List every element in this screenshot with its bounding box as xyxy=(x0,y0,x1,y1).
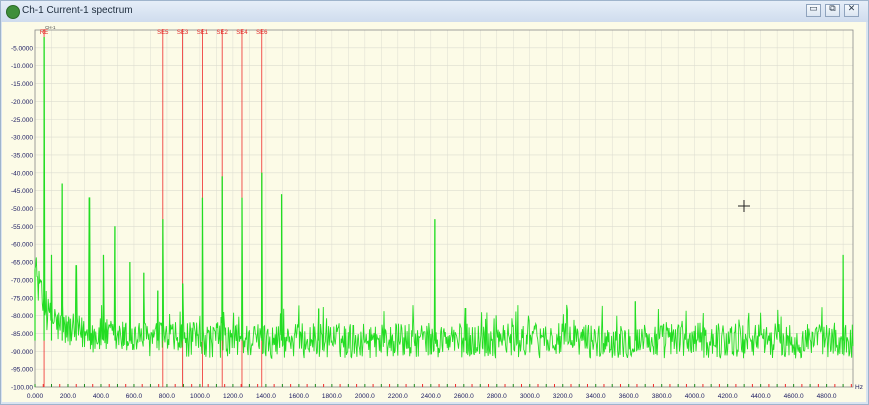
title-bar[interactable]: Ch-1 Current-1 spectrum ▭ ⧉ ✕ xyxy=(1,1,868,22)
y-tick-label: -45.000 xyxy=(11,188,33,195)
y-tick-label: -35.000 xyxy=(11,152,33,159)
marker-label: RE xyxy=(40,30,48,36)
y-tick-label: -70.000 xyxy=(11,277,33,284)
close-icon: ✕ xyxy=(847,3,856,13)
y-tick-label: -100.00 xyxy=(11,385,33,392)
y-tick-label: -10.000 xyxy=(11,63,33,70)
x-tick-label: 4800.0 xyxy=(817,393,837,400)
x-tick-label: 2800.0 xyxy=(487,393,507,400)
x-tick-label: 2600.0 xyxy=(454,393,474,400)
x-tick-label: 1200.0 xyxy=(223,393,243,400)
y-tick-label: -30.000 xyxy=(11,135,33,142)
x-tick-label: 3600.0 xyxy=(619,393,639,400)
y-tick-label: -40.000 xyxy=(11,170,33,177)
x-tick-label: 1400.0 xyxy=(256,393,276,400)
app-icon xyxy=(6,5,20,19)
fundamental-label: CH-1 xyxy=(45,25,56,30)
x-tick-label: 3200.0 xyxy=(553,393,573,400)
marker-label: SE2 xyxy=(217,30,229,36)
marker-label: SE6 xyxy=(256,30,268,36)
x-unit-label: Hz xyxy=(855,384,863,391)
y-tick-label: -50.000 xyxy=(11,206,33,213)
close-button[interactable]: ✕ xyxy=(844,3,859,17)
y-tick-label: -5.0000 xyxy=(11,45,33,52)
marker-label: SE3 xyxy=(177,30,189,36)
y-tick-label: -85.000 xyxy=(11,331,33,338)
restore-icon: ⧉ xyxy=(829,3,836,13)
y-tick-label: -95.000 xyxy=(11,367,33,374)
marker-label: SE4 xyxy=(236,30,248,36)
spectrum-chart[interactable]: -5.0000 -10.000 -15.000 -20.000 -25.000 -30.0… xyxy=(2,22,866,402)
marker-label: SE5 xyxy=(157,30,169,36)
x-tick-label: 4200.0 xyxy=(718,393,738,400)
minimize-button[interactable]: ▭ xyxy=(806,3,821,17)
x-tick-label: 1800.0 xyxy=(322,393,342,400)
x-tick-label: 200.0 xyxy=(60,393,77,400)
y-tick-label: -60.000 xyxy=(11,242,33,249)
minimize-icon: ▭ xyxy=(809,3,818,13)
x-tick-label: 4000.0 xyxy=(685,393,705,400)
spectrum-window: Ch-1 Current-1 spectrum ▭ ⧉ ✕ -5.0000 -10… xyxy=(0,0,869,405)
x-tick-label: 1600.0 xyxy=(289,393,309,400)
x-tick-label: 3400.0 xyxy=(586,393,606,400)
y-tick-label: -55.000 xyxy=(11,224,33,231)
window-title: Ch-1 Current-1 spectrum xyxy=(22,5,133,16)
y-tick-label: -65.000 xyxy=(11,260,33,267)
x-tick-label: 4400.0 xyxy=(751,393,771,400)
x-tick-label: 2400.0 xyxy=(421,393,441,400)
x-tick-label: 400.0 xyxy=(93,393,110,400)
x-tick-label: 4600.0 xyxy=(784,393,804,400)
y-tick-label: -75.000 xyxy=(11,295,33,302)
y-tick-label: -15.000 xyxy=(11,81,33,88)
x-tick-label: 3800.0 xyxy=(652,393,672,400)
y-tick-label: -90.000 xyxy=(11,349,33,356)
x-tick-label: 800.0 xyxy=(159,393,176,400)
x-tick-label: 600.0 xyxy=(126,393,143,400)
x-tick-label: 1000.0 xyxy=(190,393,210,400)
y-tick-label: -80.000 xyxy=(11,313,33,320)
marker-label: SE1 xyxy=(197,30,209,36)
restore-button[interactable]: ⧉ xyxy=(825,3,840,17)
y-tick-label: -20.000 xyxy=(11,99,33,106)
y-tick-label: -25.000 xyxy=(11,117,33,124)
x-tick-label: 3000.0 xyxy=(520,393,540,400)
x-tick-label: 2200.0 xyxy=(388,393,408,400)
x-tick-label: 2000.0 xyxy=(355,393,375,400)
x-tick-label: 0.000 xyxy=(27,393,44,400)
